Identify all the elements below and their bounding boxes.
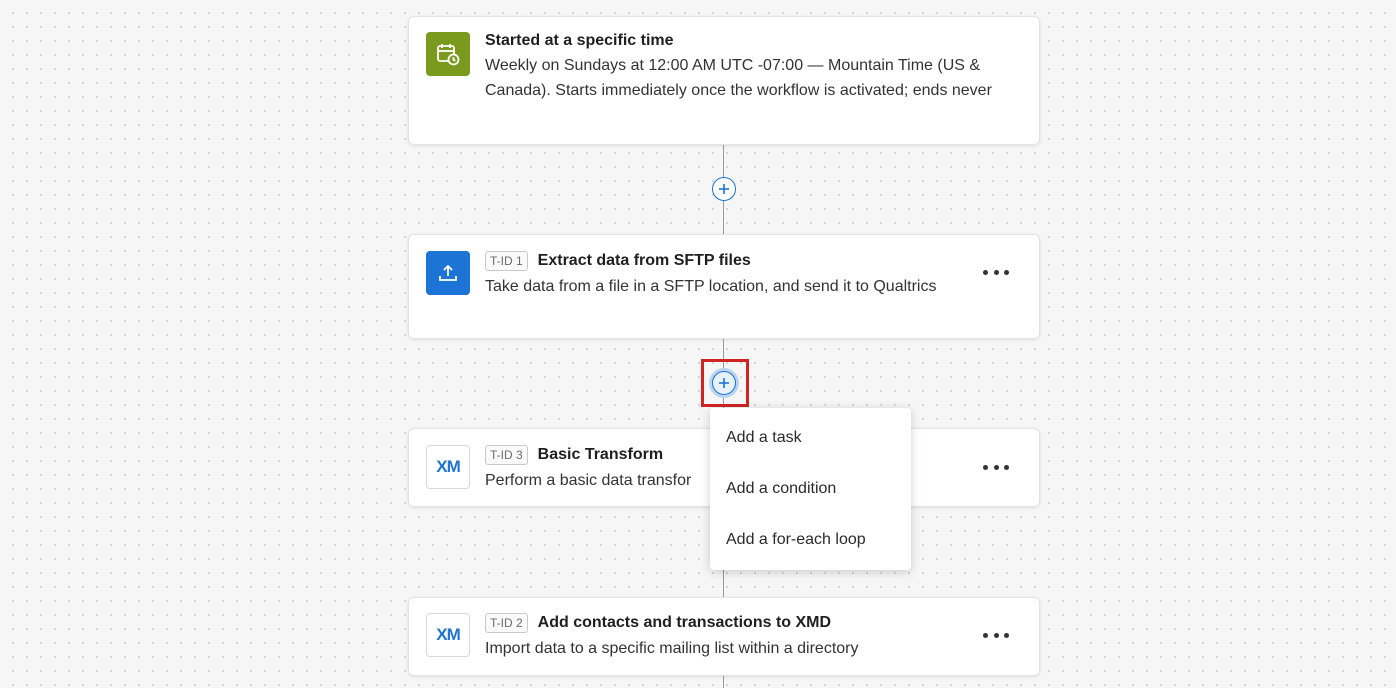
dot bbox=[993, 632, 999, 638]
calendar-clock-icon bbox=[426, 32, 470, 76]
upload-icon bbox=[426, 251, 470, 295]
dot bbox=[993, 269, 999, 275]
task-id-badge: T-ID 2 bbox=[485, 613, 528, 633]
menu-item-add-condition[interactable]: Add a condition bbox=[710, 463, 911, 514]
trigger-card[interactable]: Started at a specific time Weekly on Sun… bbox=[408, 16, 1040, 145]
task-id-badge: T-ID 3 bbox=[485, 445, 528, 465]
dot bbox=[1004, 632, 1009, 638]
menu-item-add-for-each-loop[interactable]: Add a for-each loop bbox=[710, 514, 911, 565]
dot bbox=[1004, 464, 1009, 470]
plus-icon bbox=[719, 378, 729, 388]
more-options-button[interactable] bbox=[983, 627, 1009, 643]
trigger-description: Weekly on Sundays at 12:00 AM UTC -07:00… bbox=[485, 57, 992, 99]
plus-icon bbox=[719, 184, 729, 194]
add-step-menu: Add a task Add a condition Add a for-eac… bbox=[710, 408, 911, 570]
more-options-button[interactable] bbox=[983, 264, 1009, 280]
dot bbox=[983, 632, 988, 638]
more-options-button[interactable] bbox=[983, 459, 1009, 475]
trigger-title: Started at a specific time bbox=[485, 32, 674, 49]
task-title: Add contacts and transactions to XMD bbox=[537, 614, 832, 631]
task-card[interactable]: XM T-ID 2 Add contacts and transactions … bbox=[408, 597, 1040, 676]
dot bbox=[983, 269, 988, 275]
add-step-button[interactable] bbox=[712, 371, 736, 395]
xm-logo-icon: XM bbox=[426, 445, 470, 489]
dot bbox=[1004, 269, 1009, 275]
task-description: Take data from a file in a SFTP location… bbox=[485, 278, 937, 295]
xm-logo-text: XM bbox=[436, 625, 460, 644]
xm-logo-text: XM bbox=[436, 457, 460, 476]
dot bbox=[993, 464, 999, 470]
task-title: Basic Transform bbox=[537, 446, 664, 463]
xm-logo-icon: XM bbox=[426, 613, 470, 657]
task-id-badge: T-ID 1 bbox=[485, 251, 528, 271]
task-card[interactable]: T-ID 1 Extract data from SFTP files Take… bbox=[408, 234, 1040, 339]
add-step-button[interactable] bbox=[712, 177, 736, 201]
task-title: Extract data from SFTP files bbox=[537, 252, 751, 269]
menu-item-add-task[interactable]: Add a task bbox=[710, 412, 911, 463]
dot bbox=[983, 464, 988, 470]
task-description: Import data to a specific mailing list w… bbox=[485, 640, 859, 657]
connector-line bbox=[723, 676, 724, 688]
